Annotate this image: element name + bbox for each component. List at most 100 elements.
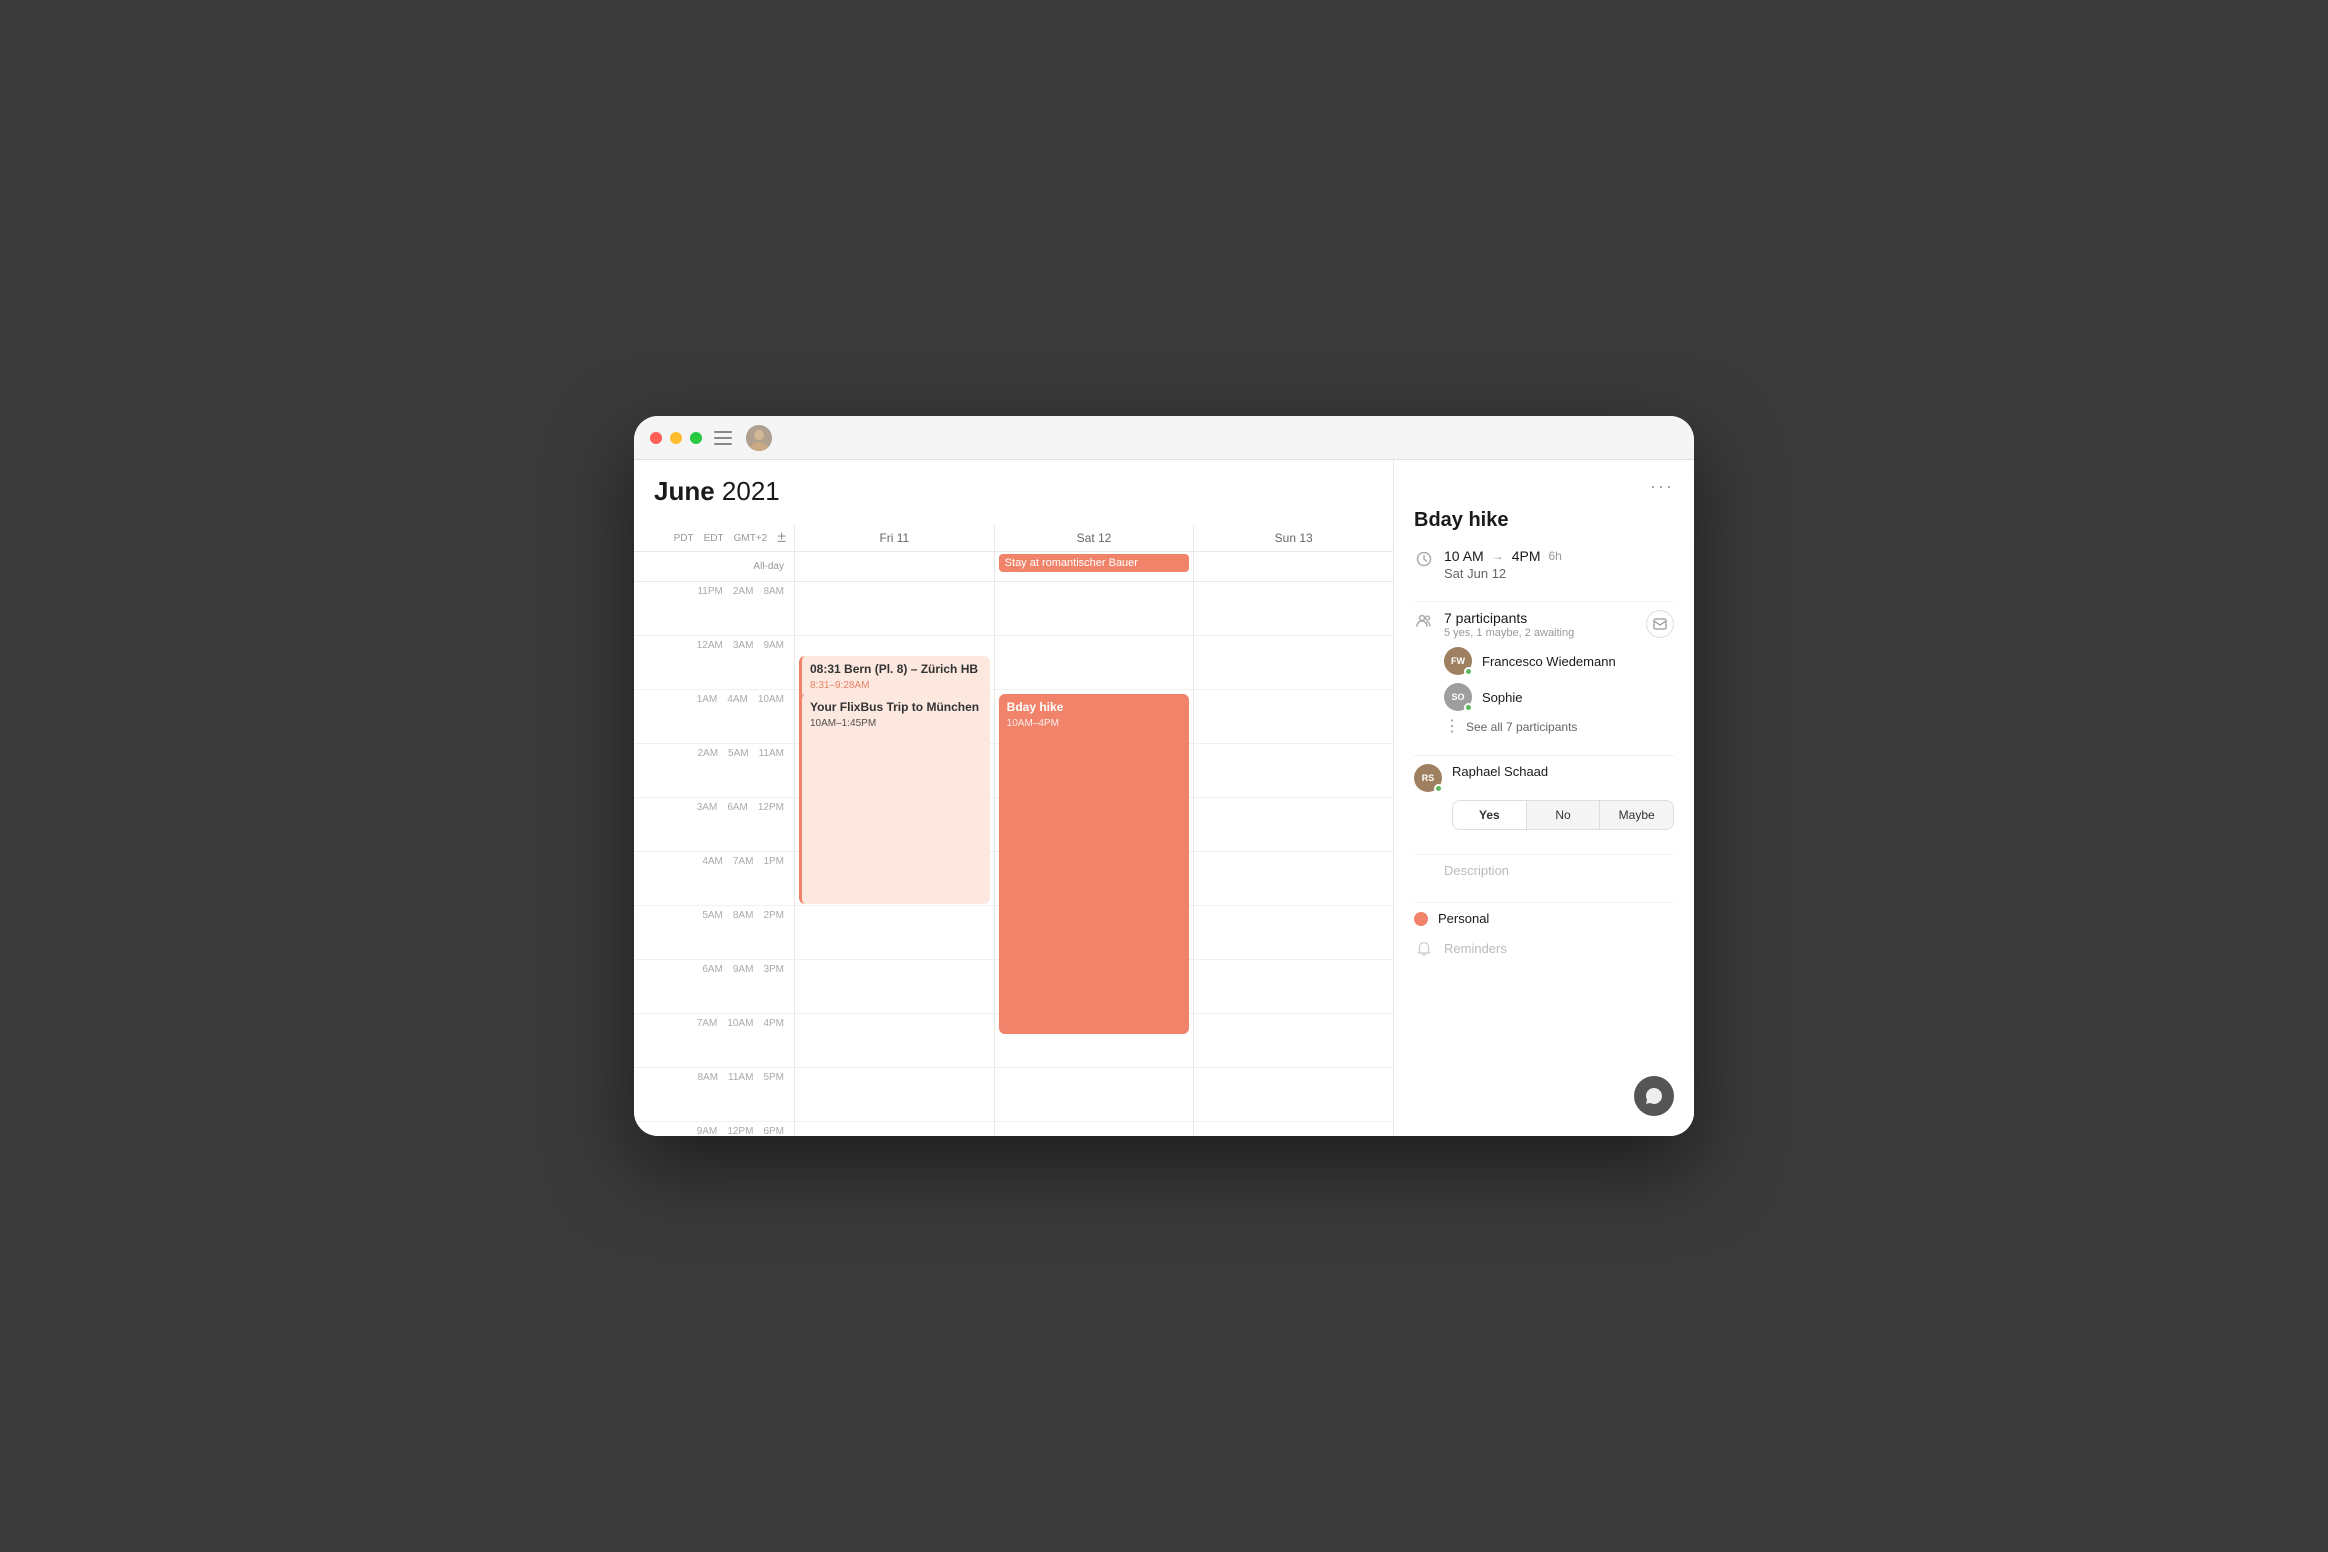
cell-sun-3am xyxy=(1193,798,1393,851)
cell-sun-7am xyxy=(1193,1014,1393,1067)
time-label-11pm: 11PM 2AM 8AM xyxy=(634,582,794,635)
cell-sat-12am xyxy=(994,636,1194,689)
column-headers: PDT EDT GMT+2 ± Fri 11 Sat 12 Sun 13 xyxy=(634,525,1393,552)
calendar-tag-row: Personal xyxy=(1414,911,1674,926)
reminders-label: Reminders xyxy=(1444,941,1507,956)
time-label-6am: 6AM 9AM 3PM xyxy=(634,960,794,1013)
tz-edt: EDT xyxy=(704,533,724,544)
organizer-row: RS Raphael Schaad xyxy=(1414,764,1674,792)
detail-panel: ··· Bday hike 10 AM → xyxy=(1394,460,1694,1136)
cell-sun-6am xyxy=(1193,960,1393,1013)
close-button[interactable] xyxy=(650,432,662,444)
see-all-label: See all 7 participants xyxy=(1466,720,1577,734)
divider-2 xyxy=(1414,755,1674,756)
title-bar xyxy=(634,416,1694,460)
cell-fri-8am xyxy=(794,1068,994,1121)
participant-row-francesco: FW Francesco Wiedemann xyxy=(1444,647,1674,675)
time-row-1am: 1AM 4AM 10AM Your FlixBus Trip to Münche… xyxy=(634,690,1393,744)
col-header-fri[interactable]: Fri 11 xyxy=(794,525,994,551)
time-grid[interactable]: 11PM 2AM 8AM 12AM 3AM 9AM xyxy=(634,582,1393,1136)
allday-event-romantischer[interactable]: Stay at romantischer Bauer xyxy=(999,554,1190,572)
event-bday[interactable]: Bday hike 10AM–4PM xyxy=(999,694,1190,1034)
cell-fri-6am xyxy=(794,960,994,1013)
chat-fab-button[interactable] xyxy=(1634,1076,1674,1116)
organizer-avatar: RS xyxy=(1414,764,1442,792)
people-icon xyxy=(1414,611,1434,631)
cell-fri-9am xyxy=(794,1122,994,1136)
cell-fri-7am xyxy=(794,1014,994,1067)
col-header-sat[interactable]: Sat 12 xyxy=(994,525,1194,551)
allday-sat[interactable]: Stay at romantischer Bauer xyxy=(994,552,1194,581)
calendar-section: June 2021 PDT EDT GMT+2 ± Fri 11 Sat 12 … xyxy=(634,460,1394,1136)
participant-name-sophie: Sophie xyxy=(1482,690,1522,705)
main-content: June 2021 PDT EDT GMT+2 ± Fri 11 Sat 12 … xyxy=(634,460,1694,1136)
cell-sat-8am xyxy=(994,1068,1194,1121)
month-title: June 2021 xyxy=(654,476,1373,507)
cell-sun-4am xyxy=(1193,852,1393,905)
cell-fri-12am: 08:31 Bern (Pl. 8) – Zürich HB 8:31–9:28… xyxy=(794,636,994,689)
time-label-3am: 3AM 6AM 12PM xyxy=(634,798,794,851)
more-options-button[interactable]: ··· xyxy=(1650,476,1674,497)
time-label-4am: 4AM 7AM 1PM xyxy=(634,852,794,905)
cell-fri-11pm xyxy=(794,582,994,635)
time-end: 4PM xyxy=(1512,548,1541,564)
cell-fri-5am xyxy=(794,906,994,959)
participant-avatar-sophie: SO xyxy=(1444,683,1472,711)
event-flixbus[interactable]: Your FlixBus Trip to München 10AM–1:45PM xyxy=(799,694,990,904)
participant-status-dot-sophie xyxy=(1464,703,1473,712)
add-column-button[interactable]: ± xyxy=(777,530,786,546)
email-participants-button[interactable] xyxy=(1646,610,1674,638)
duration-badge: 6h xyxy=(1549,549,1562,563)
time-label-1am: 1AM 4AM 10AM xyxy=(634,690,794,743)
organizer-status-dot xyxy=(1434,784,1443,793)
col-header-sun[interactable]: Sun 13 xyxy=(1193,525,1393,551)
time-label-12am: 12AM 3AM 9AM xyxy=(634,636,794,689)
sidebar-toggle-button[interactable] xyxy=(714,431,732,445)
see-all-participants-button[interactable]: ⋮ See all 7 participants xyxy=(1444,719,1674,735)
detail-participants-row: 7 participants 5 yes, 1 maybe, 2 awaitin… xyxy=(1414,610,1674,639)
participant-avatar-francesco: FW xyxy=(1444,647,1472,675)
time-label-8am: 8AM 11AM 5PM xyxy=(634,1068,794,1121)
panel-topbar: ··· xyxy=(1414,476,1674,497)
clock-icon xyxy=(1414,549,1434,569)
minimize-button[interactable] xyxy=(670,432,682,444)
cell-sat-1am: Bday hike 10AM–4PM xyxy=(994,690,1194,743)
cell-sun-2am xyxy=(1193,744,1393,797)
divider-3 xyxy=(1414,854,1674,855)
allday-row: All-day Stay at romantischer Bauer xyxy=(634,552,1393,582)
participants-count: 7 participants xyxy=(1444,610,1636,626)
time-row-8am: 8AM 11AM 5PM xyxy=(634,1068,1393,1122)
participant-row-sophie: SO Sophie xyxy=(1444,683,1674,711)
event-bday-title: Bday hike xyxy=(1007,700,1182,716)
rsvp-no-button[interactable]: No xyxy=(1527,801,1601,829)
description-placeholder: Description xyxy=(1444,863,1674,878)
avatar xyxy=(746,425,772,451)
time-range: 10 AM → 4PM 6h xyxy=(1444,548,1674,564)
calendar-name: Personal xyxy=(1438,911,1489,926)
cell-sun-8am xyxy=(1193,1068,1393,1121)
participants-sub: 5 yes, 1 maybe, 2 awaiting xyxy=(1444,627,1636,639)
organizer-name: Raphael Schaad xyxy=(1452,764,1548,779)
event-bday-time: 10AM–4PM xyxy=(1007,718,1182,729)
time-start: 10 AM xyxy=(1444,548,1484,564)
time-row-11pm: 11PM 2AM 8AM xyxy=(634,582,1393,636)
divider-4 xyxy=(1414,902,1674,903)
divider-1 xyxy=(1414,601,1674,602)
allday-label: All-day xyxy=(634,552,794,581)
event-flixbus-title: Your FlixBus Trip to München xyxy=(810,700,982,716)
time-row-12am: 12AM 3AM 9AM 08:31 Bern (Pl. 8) – Zürich… xyxy=(634,636,1393,690)
allday-sun xyxy=(1193,552,1393,581)
event-bern-title: 08:31 Bern (Pl. 8) – Zürich HB xyxy=(810,662,982,678)
event-flixbus-time: 10AM–1:45PM xyxy=(810,718,982,729)
detail-time-row: 10 AM → 4PM 6h Sat Jun 12 xyxy=(1414,548,1674,581)
time-row-9am: 9AM 12PM 6PM xyxy=(634,1122,1393,1136)
maximize-button[interactable] xyxy=(690,432,702,444)
reminders-row: Reminders xyxy=(1414,938,1674,959)
participants-info: 7 participants 5 yes, 1 maybe, 2 awaitin… xyxy=(1444,610,1636,639)
cell-sun-11pm xyxy=(1193,582,1393,635)
calendar-header: June 2021 xyxy=(634,460,1393,525)
participant-status-dot-francesco xyxy=(1464,667,1473,676)
rsvp-yes-button[interactable]: Yes xyxy=(1453,801,1527,829)
rsvp-maybe-button[interactable]: Maybe xyxy=(1600,801,1673,829)
cell-sun-9am xyxy=(1193,1122,1393,1136)
